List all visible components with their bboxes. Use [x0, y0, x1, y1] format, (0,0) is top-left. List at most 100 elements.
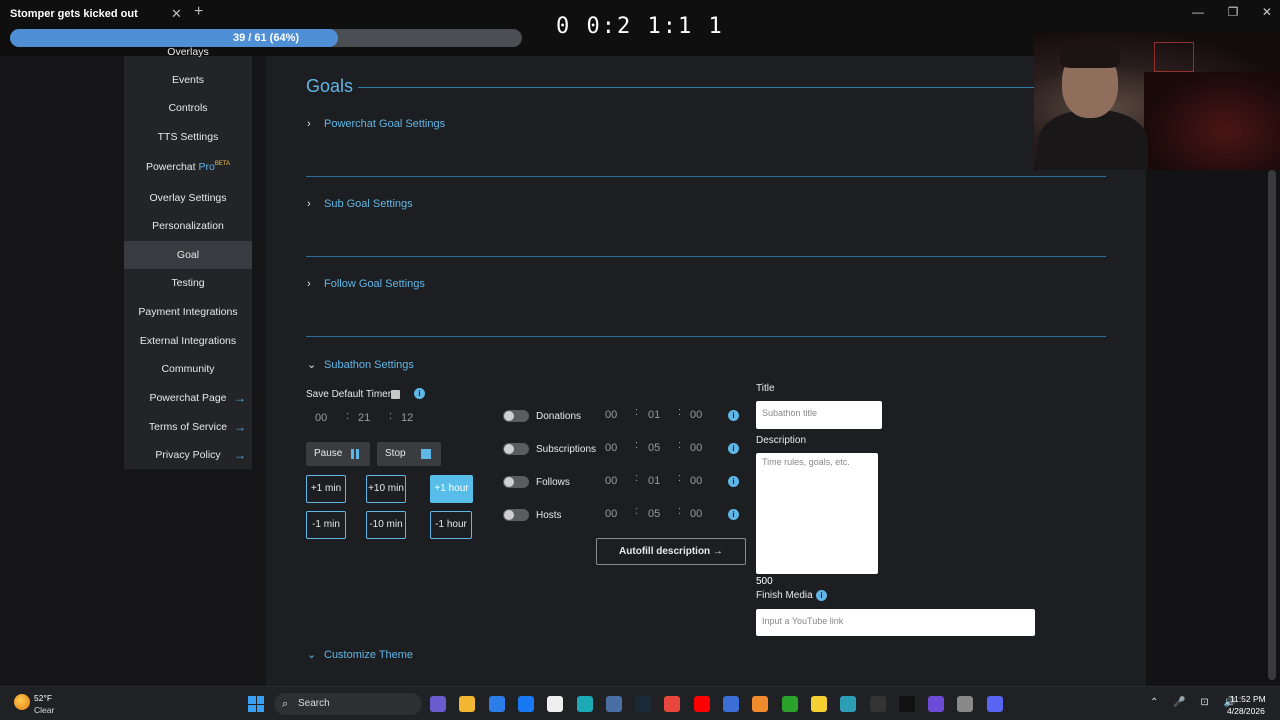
sidebar-item[interactable]: TTS Settings: [124, 123, 252, 151]
pause-button[interactable]: Pause: [306, 442, 370, 466]
sub-10-min-button[interactable]: -10 min: [366, 511, 406, 539]
app-gray-icon[interactable]: [957, 696, 973, 712]
subathon-description-textarea[interactable]: Time rules, goals, etc.: [756, 453, 878, 574]
subathon-timer-field[interactable]: 00 : 21 : 12: [306, 407, 426, 431]
sidebar-item-label: Controls: [168, 102, 208, 114]
discord-icon[interactable]: [987, 696, 1003, 712]
info-icon[interactable]: i: [414, 388, 425, 399]
subscriptions-time-field[interactable]: 00 : 05 : 00: [597, 437, 723, 461]
sidebar-item[interactable]: Overlays: [124, 38, 252, 66]
sidebar-item[interactable]: Powerchat Page →: [124, 384, 252, 412]
timer-hours[interactable]: 00: [315, 412, 327, 424]
add-1-hour-button[interactable]: +1 hour: [430, 475, 473, 503]
colon: :: [678, 406, 682, 418]
info-icon[interactable]: i: [728, 476, 739, 487]
sidebar-item[interactable]: Overlay Settings: [124, 184, 252, 212]
donations-time-field[interactable]: 00 : 01 : 00: [597, 404, 723, 428]
customize-theme-toggle[interactable]: ⌄ Customize Theme: [307, 648, 413, 661]
info-icon[interactable]: i: [728, 443, 739, 454]
copilot-icon[interactable]: [430, 696, 446, 712]
hours[interactable]: 00: [605, 475, 617, 487]
page-scrollbar[interactable]: [1268, 170, 1276, 680]
sidebar-item[interactable]: Privacy Policy →: [124, 441, 252, 469]
autofill-description-button[interactable]: Autofill description →: [596, 538, 746, 565]
seconds[interactable]: 00: [690, 475, 702, 487]
edge-icon[interactable]: [577, 696, 593, 712]
tab-close-icon[interactable]: ✕: [171, 6, 182, 22]
calculator-icon[interactable]: [606, 696, 622, 712]
sidebar-item[interactable]: Personalization: [124, 212, 252, 240]
close-window-icon[interactable]: ✕: [1262, 5, 1272, 19]
new-tab-icon[interactable]: +: [194, 3, 203, 21]
section-powerchat-goal[interactable]: › Powerchat Goal Settings: [307, 118, 445, 130]
tab-title[interactable]: Stomper gets kicked out: [10, 8, 138, 20]
sidebar-item[interactable]: Powerchat ProBETA: [124, 153, 252, 181]
minimize-icon[interactable]: —: [1192, 5, 1204, 19]
add-1-min-button[interactable]: +1 min: [306, 475, 346, 503]
minutes[interactable]: 01: [648, 475, 660, 487]
sidebar-item[interactable]: Events: [124, 66, 252, 94]
sidebar-item[interactable]: Controls: [124, 94, 252, 122]
sidebar-item[interactable]: Goal: [124, 241, 252, 269]
info-icon[interactable]: i: [728, 509, 739, 520]
add-10-min-button[interactable]: +10 min: [366, 475, 406, 503]
xbox-icon[interactable]: [782, 696, 798, 712]
info-icon[interactable]: i: [816, 590, 827, 601]
hosts-toggle[interactable]: [503, 509, 529, 521]
section-follow-goal[interactable]: › Follow Goal Settings: [307, 278, 425, 290]
minutes[interactable]: 01: [648, 409, 660, 421]
app-teal-icon[interactable]: [840, 696, 856, 712]
weather-icon[interactable]: [14, 694, 30, 710]
app-orange-icon[interactable]: [752, 696, 768, 712]
save-default-timer-checkbox[interactable]: [391, 390, 400, 399]
hours[interactable]: 00: [605, 508, 617, 520]
sticky-notes-icon[interactable]: [811, 696, 827, 712]
subathon-title-input[interactable]: Subathon title: [756, 401, 882, 429]
facebook-icon[interactable]: [518, 696, 534, 712]
app-blue-icon[interactable]: [723, 696, 739, 712]
section-sub-goal[interactable]: › Sub Goal Settings: [307, 198, 413, 210]
file-explorer-icon[interactable]: [459, 696, 475, 712]
clock-time[interactable]: 11:52 PM: [1230, 694, 1266, 704]
sidebar-item[interactable]: Community: [124, 355, 252, 383]
section-subathon[interactable]: ⌄ Subathon Settings: [307, 358, 414, 371]
sub-1-hour-button[interactable]: -1 hour: [430, 511, 472, 539]
hours[interactable]: 00: [605, 442, 617, 454]
follows-toggle[interactable]: [503, 476, 529, 488]
sidebar-item[interactable]: Terms of Service →: [124, 413, 252, 441]
event-label: Subscriptions: [536, 444, 597, 455]
donations-toggle[interactable]: [503, 410, 529, 422]
steam-icon[interactable]: [635, 696, 651, 712]
maximize-icon[interactable]: ❐: [1228, 5, 1239, 19]
clock-date[interactable]: 4/28/2026: [1227, 706, 1265, 716]
minutes[interactable]: 05: [648, 508, 660, 520]
seconds[interactable]: 00: [690, 508, 702, 520]
start-icon[interactable]: [248, 696, 264, 712]
chevron-down-icon: ⌄: [307, 649, 317, 661]
timer-seconds[interactable]: 12: [401, 412, 413, 424]
minutes[interactable]: 05: [648, 442, 660, 454]
app-dark-icon[interactable]: [870, 696, 886, 712]
sidebar-item[interactable]: Payment Integrations: [124, 298, 252, 326]
stop-button[interactable]: Stop: [377, 442, 441, 466]
subscriptions-toggle[interactable]: [503, 443, 529, 455]
taskbar-search[interactable]: ⌕ Search: [274, 693, 422, 715]
amazon-icon[interactable]: [547, 696, 563, 712]
hours[interactable]: 00: [605, 409, 617, 421]
info-icon[interactable]: i: [728, 410, 739, 421]
chrome-icon[interactable]: [664, 696, 680, 712]
seconds[interactable]: 00: [690, 409, 702, 421]
obs-icon[interactable]: [928, 696, 944, 712]
finish-media-input[interactable]: Input a YouTube link: [756, 609, 1035, 636]
sidebar-item[interactable]: Testing: [124, 269, 252, 297]
store-icon[interactable]: [489, 696, 505, 712]
finish-media-label: Finish Media: [756, 590, 813, 601]
sub-1-min-button[interactable]: -1 min: [306, 511, 346, 539]
sidebar-item[interactable]: External Integrations: [124, 327, 252, 355]
timer-minutes[interactable]: 21: [358, 412, 370, 424]
hosts-time-field[interactable]: 00 : 05 : 00: [597, 503, 723, 527]
tiktok-icon[interactable]: [899, 696, 915, 712]
youtube-icon[interactable]: [694, 696, 710, 712]
follows-time-field[interactable]: 00 : 01 : 00: [597, 470, 723, 494]
seconds[interactable]: 00: [690, 442, 702, 454]
